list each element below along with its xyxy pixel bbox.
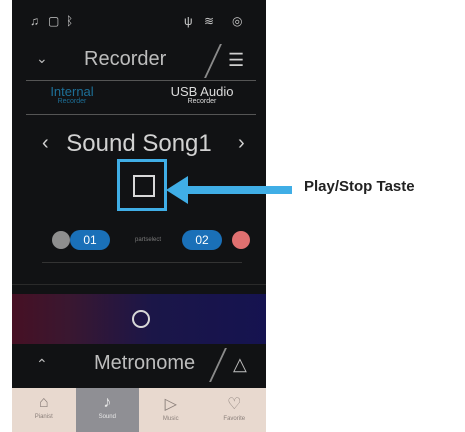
metronome-label: Metronome xyxy=(94,352,196,374)
tab-sublabel: Recorder xyxy=(57,98,87,105)
nav-sound[interactable]: ♪ Sound xyxy=(75,388,139,432)
divider xyxy=(12,284,266,285)
usb-icon: ψ xyxy=(184,14,193,28)
metronome-divider xyxy=(209,348,227,382)
record-button[interactable] xyxy=(12,294,266,344)
song-selector: Sound Song1 ‹ › xyxy=(12,130,266,160)
chevron-left-icon[interactable]: ‹ xyxy=(42,132,49,155)
callout-arrow-head xyxy=(166,176,188,204)
recorder-header: ⌄ Recorder ☰ xyxy=(12,44,266,80)
part1-indicator xyxy=(52,231,70,249)
status-bar: ♫ ▢ ᛒ ψ ≋ ◎ xyxy=(12,0,266,40)
header-divider xyxy=(204,44,222,78)
nav-pianist[interactable]: ⌂ Pianist xyxy=(12,388,76,432)
part-01-button[interactable]: 01 xyxy=(70,230,110,250)
nav-label: Pianist xyxy=(34,414,53,420)
song-name: Sound Song1 xyxy=(66,130,212,157)
callout-label: Play/Stop Taste xyxy=(304,178,415,195)
heart-icon: ♡ xyxy=(227,396,242,413)
tab-sublabel: Recorder xyxy=(187,98,217,105)
piano-icon: ⌂ xyxy=(38,394,49,411)
stop-icon xyxy=(133,175,155,197)
divider xyxy=(42,262,242,263)
nav-label: Music xyxy=(162,416,179,422)
wifi-icon: ≋ xyxy=(204,14,215,28)
tab-internal-recorder[interactable]: Internal Recorder xyxy=(12,84,132,105)
chevron-right-icon[interactable]: › xyxy=(238,132,245,155)
nav-favorite[interactable]: ♡ Favorite xyxy=(203,388,267,432)
nav-label: Favorite xyxy=(223,416,246,422)
metronome-bar: ⌃ Metronome △ xyxy=(12,348,266,384)
headphones-icon: ♫ xyxy=(30,14,39,28)
bluetooth-icon: ᛒ xyxy=(66,14,74,28)
recorder-tabs: Internal Recorder USB Audio Recorder xyxy=(12,84,266,114)
tab-label: Internal xyxy=(50,84,94,99)
lock-icon: ▢ xyxy=(48,14,60,28)
note-icon: ♪ xyxy=(103,394,112,411)
tab-label: USB Audio xyxy=(170,84,234,99)
play-icon: ▷ xyxy=(164,396,177,413)
header-divider-line xyxy=(26,80,256,81)
callout-arrow-shaft xyxy=(186,186,292,194)
tab-usb-audio-recorder[interactable]: USB Audio Recorder xyxy=(142,84,262,105)
chevron-up-icon[interactable]: ⌃ xyxy=(36,356,48,373)
list-menu-icon[interactable]: ☰ xyxy=(228,50,244,71)
metronome-icon[interactable]: △ xyxy=(233,354,247,375)
recorder-title: Recorder xyxy=(84,48,167,70)
nav-music[interactable]: ▷ Music xyxy=(139,388,203,432)
part2-indicator xyxy=(232,231,250,249)
phone-screen: ♫ ▢ ᛒ ψ ≋ ◎ ⌄ Recorder ☰ Internal Record… xyxy=(12,0,266,432)
circle-icon xyxy=(132,310,150,328)
part-02-button[interactable]: 02 xyxy=(182,230,222,250)
part-select-label: partselect xyxy=(134,237,161,243)
nav-label: Sound xyxy=(98,414,116,420)
tabs-divider xyxy=(26,114,256,115)
broadcast-icon: ◎ xyxy=(232,14,243,28)
play-stop-button[interactable] xyxy=(117,159,167,211)
part-select: 01 partselect 02 xyxy=(12,228,266,252)
bottom-navigation: ⌂ Pianist ♪ Sound ▷ Music ♡ Favorite xyxy=(12,388,266,432)
chevron-down-icon[interactable]: ⌄ xyxy=(36,50,48,67)
